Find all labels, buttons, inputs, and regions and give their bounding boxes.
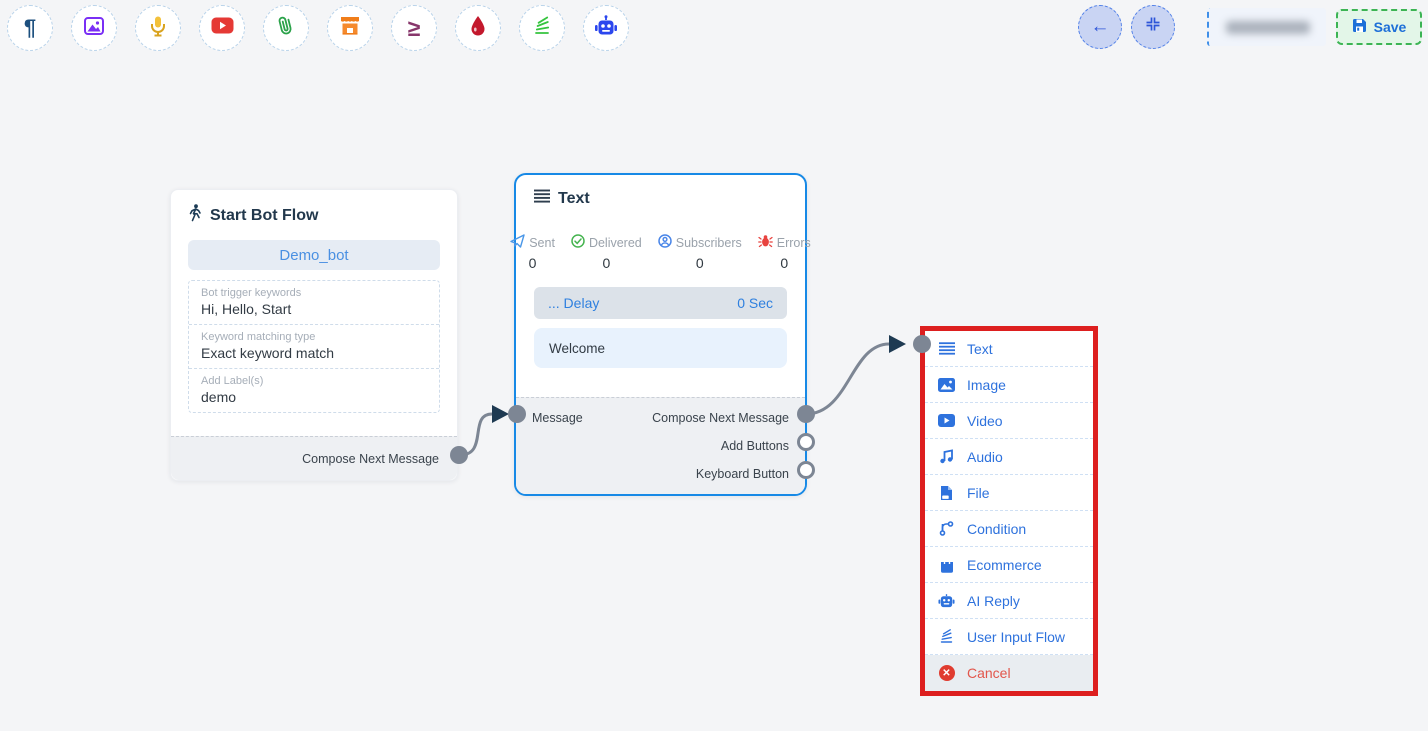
text-node-title-row[interactable]: Text <box>534 189 787 208</box>
toolbar-file-node-button[interactable] <box>263 5 309 51</box>
add-node-context-menu: Text Image Video Audio File Condition Ec… <box>920 326 1098 696</box>
file-icon <box>938 484 955 501</box>
check-circle-icon <box>571 234 585 251</box>
toolbar-user-input-flow-button[interactable] <box>519 5 565 51</box>
message-input-label: Message <box>532 411 583 425</box>
redacted-flow-name <box>1226 21 1310 34</box>
message-text-box[interactable]: Welcome <box>534 328 787 368</box>
toolbar-image-node-button[interactable] <box>71 5 117 51</box>
toolbar-ai-reply-node-button[interactable] <box>583 5 629 51</box>
menu-item-user-input-flow[interactable]: User Input Flow <box>925 619 1093 655</box>
back-button[interactable]: ← <box>1078 5 1122 49</box>
stat-sent: Sent 0 <box>510 234 555 271</box>
toolbar-condition-node-button[interactable]: ≥ <box>391 5 437 51</box>
start-node-title-row: Start Bot Flow <box>188 204 440 227</box>
branch-icon <box>938 520 955 537</box>
start-node-output-label: Compose Next Message <box>302 452 439 466</box>
flow-name-field[interactable] <box>1207 8 1326 46</box>
stack-lines-icon <box>532 16 552 41</box>
robot-icon <box>938 592 955 609</box>
menu-item-file[interactable]: File <box>925 475 1093 511</box>
bot-name-pill[interactable]: Demo_bot <box>188 240 440 270</box>
menu-item-ai-reply[interactable]: AI Reply <box>925 583 1093 619</box>
video-icon <box>938 412 955 429</box>
walking-person-icon <box>188 204 202 227</box>
field-add-labels[interactable]: Add Label(s) demo <box>189 369 439 412</box>
toolbar-audio-node-button[interactable] <box>135 5 181 51</box>
robot-icon <box>594 15 618 42</box>
menu-item-condition[interactable]: Condition <box>925 511 1093 547</box>
compose-next-message-label: Compose Next Message <box>652 411 789 425</box>
menu-item-image[interactable]: Image <box>925 367 1093 403</box>
stat-subscribers: Subscribers 0 <box>658 234 742 271</box>
youtube-icon <box>211 17 234 39</box>
save-button-label: Save <box>1374 19 1407 35</box>
pilcrow-icon: ¶ <box>24 17 36 39</box>
keyboard-button-label: Keyboard Button <box>696 467 789 481</box>
text-node-title: Text <box>558 190 590 208</box>
person-circle-icon <box>658 234 672 251</box>
store-icon <box>339 15 361 41</box>
text-node-footer: Message Compose Next Message Add Buttons… <box>516 397 805 494</box>
port-keyboard-button-output[interactable] <box>797 461 815 479</box>
send-icon <box>510 234 525 251</box>
paperclip-icon <box>274 13 298 44</box>
shopping-bag-icon <box>938 556 955 573</box>
floppy-icon <box>1352 18 1367 36</box>
start-node-footer: Compose Next Message <box>171 436 457 480</box>
toolbar-ecommerce-node-button[interactable] <box>327 5 373 51</box>
stat-errors: Errors 0 <box>758 234 811 271</box>
image-icon <box>83 15 105 42</box>
save-button[interactable]: Save <box>1336 9 1422 45</box>
delay-value: 0 Sec <box>737 295 773 311</box>
port-text-message-input[interactable] <box>508 405 526 423</box>
message-text: Welcome <box>549 341 605 356</box>
drop-icon <box>469 15 487 42</box>
image-icon <box>938 376 955 393</box>
menu-item-video[interactable]: Video <box>925 403 1093 439</box>
field-trigger-keywords[interactable]: Bot trigger keywords Hi, Hello, Start <box>189 281 439 325</box>
toolbar-text-node-button[interactable]: ¶ <box>7 5 53 51</box>
port-menu-attach[interactable] <box>913 335 931 353</box>
field-keyword-matching-type[interactable]: Keyword matching type Exact keyword matc… <box>189 325 439 369</box>
menu-item-audio[interactable]: Audio <box>925 439 1093 475</box>
greater-equal-icon: ≥ <box>408 17 421 40</box>
port-text-compose-output[interactable] <box>797 405 815 423</box>
compress-icon <box>1145 16 1161 38</box>
port-start-compose-output[interactable] <box>450 446 468 464</box>
start-node-fields[interactable]: Bot trigger keywords Hi, Hello, Start Ke… <box>188 280 440 413</box>
stack-lines-icon <box>938 628 955 645</box>
text-node-stats: Sent 0 Delivered 0 Subscribers <box>534 234 787 271</box>
text-lines-icon <box>938 340 955 357</box>
bug-icon <box>758 234 773 251</box>
menu-item-text[interactable]: Text <box>925 331 1093 367</box>
flow-canvas[interactable]: ¶ ≥ <box>0 0 1428 731</box>
stat-delivered: Delivered 0 <box>571 234 642 271</box>
arrow-left-icon: ← <box>1091 16 1110 38</box>
x-circle-icon: ✕ <box>938 665 955 682</box>
delay-setting[interactable]: ... Delay 0 Sec <box>534 287 787 319</box>
add-buttons-label: Add Buttons <box>721 439 789 453</box>
toolbar-drip-node-button[interactable] <box>455 5 501 51</box>
menu-item-ecommerce[interactable]: Ecommerce <box>925 547 1093 583</box>
delay-label: ... Delay <box>548 295 599 311</box>
toolbar-video-node-button[interactable] <box>199 5 245 51</box>
port-add-buttons-output[interactable] <box>797 433 815 451</box>
microphone-icon <box>148 15 168 42</box>
hamburger-lines-icon <box>534 189 550 208</box>
music-note-icon <box>938 448 955 465</box>
start-node-title: Start Bot Flow <box>210 207 318 225</box>
compress-button[interactable] <box>1131 5 1175 49</box>
start-bot-flow-node[interactable]: Start Bot Flow Demo_bot Bot trigger keyw… <box>170 189 458 481</box>
text-node[interactable]: Text Sent 0 Delivered 0 <box>514 173 807 496</box>
menu-item-cancel[interactable]: ✕ Cancel <box>925 655 1093 691</box>
